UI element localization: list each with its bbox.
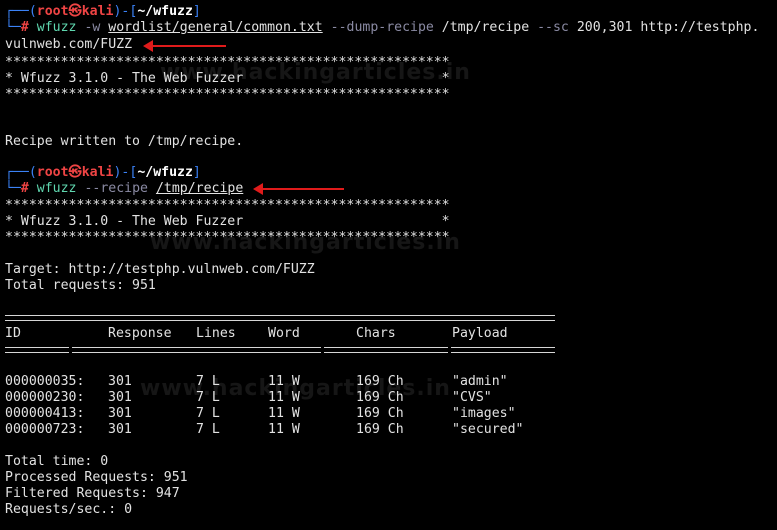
prompt2-header: ┌──(root㉿kali)-[~/wfuzz] xyxy=(5,165,201,180)
prompt2-command: └─# wfuzz --recipe /tmp/recipe xyxy=(5,181,244,196)
total-requests-line: Total requests: 951 xyxy=(5,278,156,293)
table-header-response: Response xyxy=(108,326,172,341)
prompt1-command: └─# wfuzz -w wordlist/general/common.txt… xyxy=(5,20,760,35)
table-header-lines: Lines xyxy=(196,326,236,341)
terminal-window[interactable]: www.hackingarticles.in www.hackingarticl… xyxy=(0,0,777,530)
table-header-word: Word xyxy=(268,326,300,341)
prompt1-header: ┌──(root㉿kali)-[~/wfuzz] xyxy=(5,4,201,19)
banner2-top: ****************************************… xyxy=(5,198,450,213)
target-line: Target: http://testphp.vulnweb.com/FUZZ xyxy=(5,262,315,277)
table-header-id: ID xyxy=(5,326,21,341)
banner1-top: ****************************************… xyxy=(5,55,450,70)
table-rule-top xyxy=(5,315,555,321)
table-header-payload: Payload xyxy=(452,326,508,341)
summary-rate: Requests/sec.: 0 xyxy=(5,502,133,517)
banner1-title: * Wfuzz 3.1.0 - The Web Fuzzer * xyxy=(5,71,450,86)
summary-total-time: Total time: 0 xyxy=(5,454,109,469)
prompt1-command-wrap: vulnweb.com/FUZZ xyxy=(5,37,133,52)
recipe-written-message: Recipe written to /tmp/recipe. xyxy=(5,134,244,149)
arrow-icon-2 xyxy=(253,183,344,195)
summary-filtered: Filtered Requests: 947 xyxy=(5,486,180,501)
table-rule-bottom xyxy=(5,347,555,353)
banner2-bottom: ****************************************… xyxy=(5,230,450,245)
banner2-title: * Wfuzz 3.1.0 - The Web Fuzzer * xyxy=(5,214,450,229)
banner1-bottom: ****************************************… xyxy=(5,87,450,102)
arrow-icon-1 xyxy=(143,40,226,52)
summary-processed: Processed Requests: 951 xyxy=(5,470,188,485)
table-header-chars: Chars xyxy=(356,326,396,341)
